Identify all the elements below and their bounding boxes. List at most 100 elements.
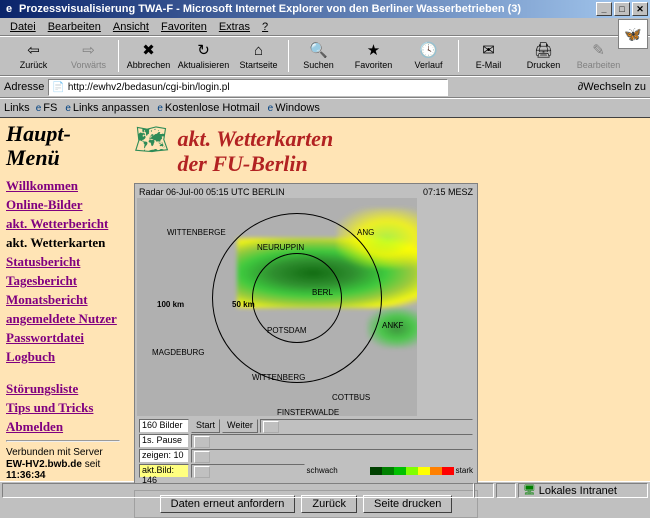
slider-4[interactable] [191,464,305,478]
main-area: 🗺 akt. Wetterkarten der FU-Berlin Radar … [126,118,650,481]
throbber-icon: 🦋 [618,19,648,49]
toolbar: ⇦Zurück ⇨Vorwärts ✖Abbrechen ↻Aktualisie… [0,36,650,76]
links-label: Links [4,102,30,114]
page-icon: 📄 [52,82,64,93]
sidebar-item-stoerungsliste[interactable]: Störungsliste [6,381,120,397]
radar-title: Radar 06-Jul-00 05:15 UTC BERLIN 07:15 M… [137,186,475,198]
sidebar-item-nutzer[interactable]: angemeldete Nutzer [6,311,120,327]
sidebar-item-onlinebilder[interactable]: Online-Bilder [6,197,120,213]
menu-datei[interactable]: Datei [4,21,42,33]
sidebar-item-tips[interactable]: Tips und Tricks [6,400,120,416]
radar-controls: 160 Bilder Start Weiter 1s. Pause zeigen… [137,416,475,481]
address-label: Adresse [4,81,44,93]
menu-ansicht[interactable]: Ansicht [107,21,155,33]
city-berlin: BERL [312,288,333,297]
legend-high: stark [456,466,473,475]
home-button[interactable]: ⌂Startseite [231,40,286,72]
print-button[interactable]: 🖨Drucken [516,40,571,72]
status-pane-2 [496,483,516,498]
city-angermunde: ANG [357,228,374,237]
sidebar-item-logbuch[interactable]: Logbuch [6,349,120,365]
sidebar-item-wetterbericht[interactable]: akt. Wetterbericht [6,216,120,232]
window-title: Prozessvisualisierung TWA-F - Microsoft … [19,3,521,15]
edit-icon: ✎ [592,42,605,60]
history-button[interactable]: 🕓Verlauf [401,40,456,72]
search-button[interactable]: 🔍Suchen [291,40,346,72]
link-hotmail[interactable]: eKostenlose Hotmail [157,102,259,114]
address-bar: Adresse 📄 http://ewhv2/bedasun/cgi-bin/l… [0,76,650,98]
forward-arrow-icon: ⇨ [82,42,95,60]
aktbild-field[interactable]: akt.Bild: 146 [139,464,189,478]
slider-1[interactable] [260,419,473,433]
weiter-button[interactable]: Weiter [222,419,258,433]
favorites-icon: ★ [367,42,380,60]
sidebar-item-monatsbericht[interactable]: Monatsbericht [6,292,120,308]
sidebar-item-willkommen[interactable]: Willkommen [6,178,120,194]
page-title: akt. Wetterkarten der FU-Berlin [178,126,334,177]
refresh-button[interactable]: ↻Aktualisieren [176,40,231,72]
refresh-icon: ↻ [197,42,210,60]
go-button[interactable]: ∂ Wechseln zu [578,81,646,93]
page-header: 🗺 akt. Wetterkarten der FU-Berlin [130,122,482,181]
close-button[interactable]: ✕ [632,2,648,16]
radar-map: WITTENBERGE NEURUPPIN ANG BERL POTSDAM A… [137,198,417,416]
window-titlebar: e Prozessvisualisierung TWA-F - Microsof… [0,0,650,18]
sidebar-heading: Haupt-Menü [6,122,120,170]
sidebar-item-passwortdatei[interactable]: Passwortdatei [6,330,120,346]
link-windows[interactable]: eWindows [268,102,320,114]
city-potsdam: POTSDAM [267,326,307,335]
menu-favoriten[interactable]: Favoriten [155,21,213,33]
address-input[interactable]: 📄 http://ewhv2/bedasun/cgi-bin/login.pl [48,79,448,96]
links-bar: Links eFS eLinks anpassen eKostenlose Ho… [0,98,650,118]
zone-label: Lokales Intranet [539,485,617,497]
counter-field[interactable]: 160 Bilder [139,419,189,433]
page-icon: e [157,103,163,114]
menu-bearbeiten[interactable]: Bearbeiten [42,21,107,33]
page-icon: e [36,103,42,114]
link-fs[interactable]: eFS [36,102,58,114]
page-icon: e [65,103,71,114]
status-pane-1 [474,483,494,498]
slider-3[interactable] [191,449,473,463]
history-icon: 🕓 [419,42,438,60]
right-column [486,122,646,477]
globe-icon: 🖥 [523,485,536,496]
mail-icon: ✉ [482,42,495,60]
slider-2[interactable] [191,434,473,448]
stop-icon: ✖ [142,42,155,60]
menu-extras[interactable]: Extras [213,21,256,33]
stop-button[interactable]: ✖Abbrechen [121,40,176,72]
favorites-button[interactable]: ★Favoriten [346,40,401,72]
start-button[interactable]: Start [191,419,220,433]
minimize-button[interactable]: _ [596,2,612,16]
home-icon: ⌂ [254,42,263,60]
sidebar-item-abmelden[interactable]: Abmelden [6,419,120,435]
mail-button[interactable]: ✉E-Mail [461,40,516,72]
sidebar-item-tagesbericht[interactable]: Tagesbericht [6,273,120,289]
city-cottbus: COTTBUS [332,393,370,402]
forward-button[interactable]: ⇨Vorwärts [61,40,116,72]
menu-help[interactable]: ? [256,21,274,33]
city-finsterwalde: FINSTERWALDE [277,408,339,416]
status-message [2,483,474,498]
link-anpassen[interactable]: eLinks anpassen [65,102,149,114]
legend-low: schwach [307,466,338,475]
pause-field[interactable]: 1s. Pause [139,434,189,448]
ring-label-100: 100 km [157,300,184,309]
city-frankfurt: ANKF [382,321,403,330]
map-outline-icon: 🗺 [134,126,170,154]
statusbar: 🖥 Lokales Intranet [0,481,650,499]
ring-label-50: 50 km [232,300,255,309]
page-icon: e [268,103,274,114]
zeigen-field[interactable]: zeigen: 10 [139,449,189,463]
print-icon: 🖨 [534,42,553,60]
sidebar-footer: Verbunden mit Server EW-HV2.bwb.de seit … [6,440,120,481]
sidebar-item-wetterkarten[interactable]: akt. Wetterkarten [6,235,120,251]
address-url: http://ewhv2/bedasun/cgi-bin/login.pl [68,82,230,93]
city-wittenberge: WITTENBERGE [167,228,226,237]
maximize-button[interactable]: □ [614,2,630,16]
back-button[interactable]: ⇦Zurück [6,40,61,72]
search-icon: 🔍 [309,42,328,60]
sidebar-item-statusbericht[interactable]: Statusbericht [6,254,120,270]
city-wittenberg: WITTENBERG [252,373,305,382]
